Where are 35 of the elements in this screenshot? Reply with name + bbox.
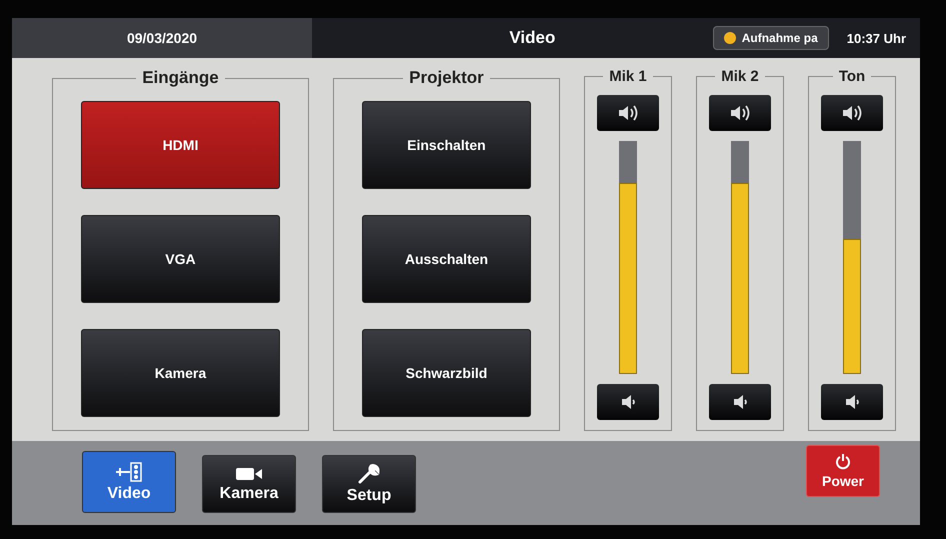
volume-up-button[interactable] (821, 95, 883, 131)
volume-down-button[interactable] (597, 384, 659, 420)
volume-up-button[interactable] (597, 95, 659, 131)
projector-button[interactable]: Einschalten (362, 101, 531, 189)
page-title: Video (508, 28, 556, 48)
time-label: 10:37 Uhr (846, 30, 906, 46)
date-label: 09/03/2020 (12, 18, 312, 58)
volume-down-button[interactable] (821, 384, 883, 420)
group-title: Projektor (408, 68, 485, 88)
wrench-icon (357, 463, 381, 485)
nav-tab[interactable]: Video (82, 451, 176, 513)
status-label: Aufnahme pa (742, 31, 818, 45)
speaker-loud-icon (617, 104, 639, 122)
volume-up-button[interactable] (709, 95, 771, 131)
group-title: Eingänge (141, 68, 220, 88)
video-camera-icon (234, 465, 264, 483)
nav-tab[interactable]: Setup (322, 455, 416, 513)
projector-button[interactable]: Ausschalten (362, 215, 531, 303)
power-icon (834, 453, 852, 471)
channel-title: Ton (838, 68, 866, 85)
signal-routing-icon (114, 461, 144, 483)
channel-title: Mik 1 (608, 68, 648, 85)
speaker-loud-icon (729, 104, 751, 122)
speaker-quiet-icon (732, 393, 748, 411)
speaker-quiet-icon (844, 393, 860, 411)
channel-title: Mik 2 (720, 68, 760, 85)
volume-down-button[interactable] (709, 384, 771, 420)
power-button[interactable]: Power (806, 445, 880, 497)
input-button[interactable]: VGA (81, 215, 280, 303)
input-button[interactable]: HDMI (81, 101, 280, 189)
speaker-loud-icon (841, 104, 863, 122)
speaker-quiet-icon (620, 393, 636, 411)
nav-tab[interactable]: Kamera (202, 455, 296, 513)
input-button[interactable]: Kamera (81, 329, 280, 417)
projector-button[interactable]: Schwarzbild (362, 329, 531, 417)
